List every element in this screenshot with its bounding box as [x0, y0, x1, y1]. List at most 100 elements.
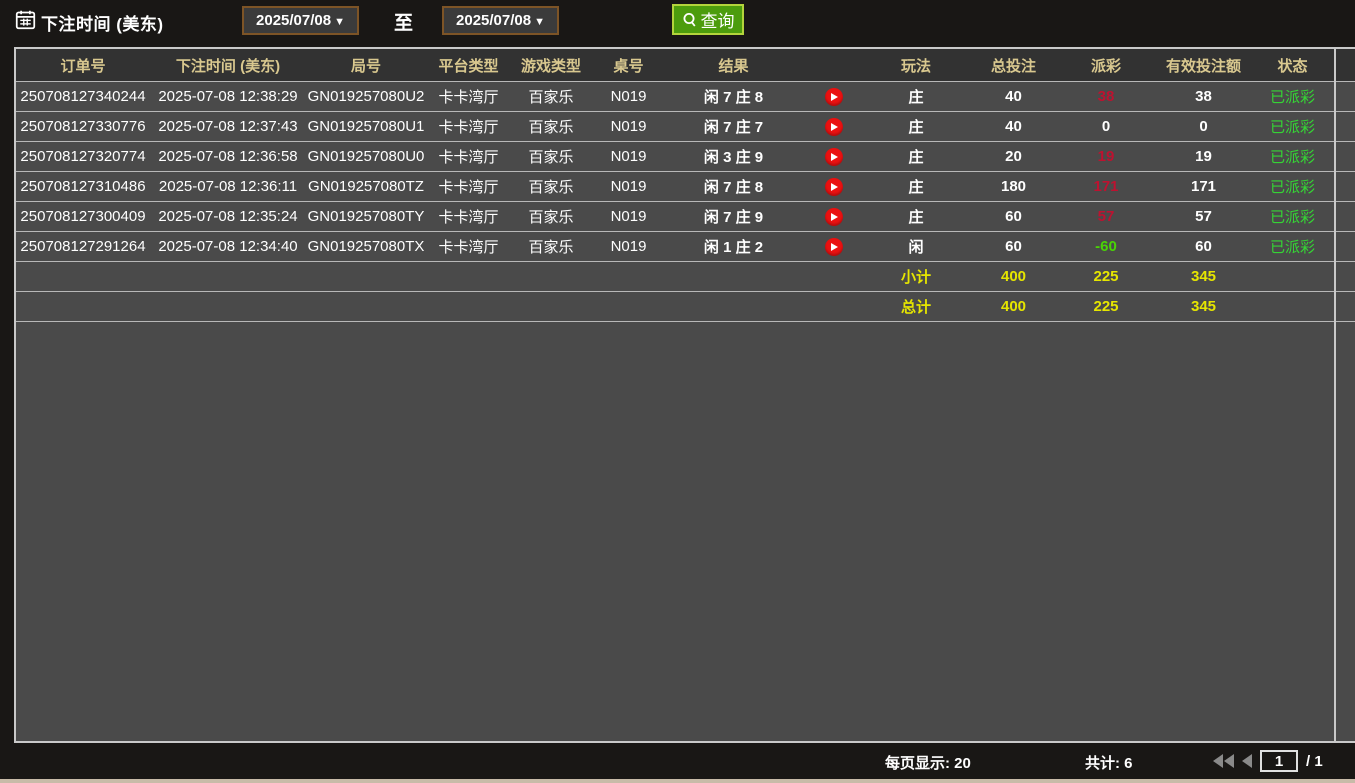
column-header-8: 玩法 — [866, 55, 966, 76]
cell-payout: 19 — [1061, 148, 1151, 165]
play-icon[interactable] — [825, 118, 843, 136]
column-header-2: 局号 — [306, 55, 426, 76]
cell-order-id: 250708127300409 — [16, 208, 150, 225]
chevron-down-icon: ▼ — [334, 16, 345, 28]
double-left-arrow-icon — [1224, 754, 1234, 768]
cell-order-id: 250708127291264 — [16, 238, 150, 255]
cell-round-id: GN019257080U2 — [306, 88, 426, 105]
cell-replay — [801, 117, 866, 135]
cell-bet-time: 2025-07-08 12:34:40 — [150, 238, 306, 255]
cell-order-id: 250708127330776 — [16, 118, 150, 135]
cell-bet-time: 2025-07-08 12:36:11 — [150, 178, 306, 195]
search-icon — [682, 12, 698, 28]
subtotal-row: 小计400225345 — [16, 262, 1355, 292]
play-icon[interactable] — [825, 238, 843, 256]
column-header-10: 派彩 — [1061, 55, 1151, 76]
cell-replay — [801, 177, 866, 195]
cell-result: 闲 1 庄 2 — [666, 236, 801, 257]
cell-game-type: 百家乐 — [511, 236, 591, 257]
cell-result: 闲 7 庄 9 — [666, 206, 801, 227]
date-to-picker[interactable]: 2025/07/08▼ — [442, 6, 559, 35]
table-empty-area — [16, 322, 1355, 741]
total-row-valid-bet: 345 — [1151, 298, 1256, 315]
cell-bet-time: 2025-07-08 12:38:29 — [150, 88, 306, 105]
cell-game-type: 百家乐 — [511, 176, 591, 197]
cell-total-bet: 180 — [966, 178, 1061, 195]
cell-play-type: 庄 — [866, 116, 966, 137]
total-count-label: 共计: 6 — [1085, 752, 1133, 773]
cell-order-id: 250708127320774 — [16, 148, 150, 165]
cell-round-id: GN019257080TZ — [306, 178, 426, 195]
cell-result: 闲 7 庄 8 — [666, 176, 801, 197]
cell-valid-bet: 57 — [1151, 208, 1256, 225]
cell-game-type: 百家乐 — [511, 116, 591, 137]
table-row: 2507081273104862025-07-08 12:36:11GN0192… — [16, 172, 1355, 202]
cell-result: 闲 7 庄 8 — [666, 86, 801, 107]
cell-play-type: 闲 — [866, 236, 966, 257]
double-left-arrow-icon — [1213, 754, 1223, 768]
date-from-picker[interactable]: 2025/07/08▼ — [242, 6, 359, 35]
cell-valid-bet: 60 — [1151, 238, 1256, 255]
bet-time-label: 下注时间 (美东) — [41, 10, 164, 35]
table-row: 2507081273402442025-07-08 12:38:29GN0192… — [16, 82, 1355, 112]
table-row: 2507081273207742025-07-08 12:36:58GN0192… — [16, 142, 1355, 172]
table-row: 2507081272912642025-07-08 12:34:40GN0192… — [16, 232, 1355, 262]
cell-replay — [801, 147, 866, 165]
cell-game-type: 百家乐 — [511, 146, 591, 167]
cell-order-id: 250708127310486 — [16, 178, 150, 195]
cell-status: 已派彩 — [1256, 146, 1329, 167]
cell-game-type: 百家乐 — [511, 206, 591, 227]
cell-table-no: N019 — [591, 88, 666, 105]
page-total-label: / 1 — [1306, 753, 1323, 770]
cell-platform: 卡卡湾厅 — [426, 206, 511, 227]
cell-status: 已派彩 — [1256, 206, 1329, 227]
cell-total-bet: 20 — [966, 148, 1061, 165]
cell-bet-time: 2025-07-08 12:37:43 — [150, 118, 306, 135]
cell-play-type: 庄 — [866, 86, 966, 107]
play-icon[interactable] — [825, 178, 843, 196]
table-header-row: 订单号下注时间 (美东)局号平台类型游戏类型桌号结果玩法总投注派彩有效投注额状态… — [16, 49, 1355, 82]
cell-play-type: 庄 — [866, 176, 966, 197]
cell-round-id: GN019257080TY — [306, 208, 426, 225]
calendar-icon — [15, 9, 36, 30]
cell-payout: 0 — [1061, 118, 1151, 135]
table-row: 2507081273004092025-07-08 12:35:24GN0192… — [16, 202, 1355, 232]
play-icon[interactable] — [825, 88, 843, 106]
cell-table-no: N019 — [591, 238, 666, 255]
first-page-button[interactable] — [1213, 754, 1234, 768]
play-icon[interactable] — [825, 208, 843, 226]
cell-play-type: 庄 — [866, 206, 966, 227]
prev-page-button[interactable] — [1242, 754, 1252, 768]
search-button[interactable]: 查询 — [672, 4, 744, 35]
cell-replay — [801, 87, 866, 105]
cell-bet-time: 2025-07-08 12:35:24 — [150, 208, 306, 225]
cell-valid-bet: 171 — [1151, 178, 1256, 195]
subtotal-row-valid-bet: 345 — [1151, 268, 1256, 285]
page-number-input[interactable] — [1260, 750, 1298, 772]
cell-status: 已派彩 — [1256, 236, 1329, 257]
cell-total-bet: 60 — [966, 238, 1061, 255]
column-header-4: 游戏类型 — [511, 55, 591, 76]
cell-valid-bet: 38 — [1151, 88, 1256, 105]
cell-round-id: GN019257080U0 — [306, 148, 426, 165]
play-icon[interactable] — [825, 148, 843, 166]
total-row-total-bet: 400 — [966, 298, 1061, 315]
cell-total-bet: 60 — [966, 208, 1061, 225]
pagination-bar: 每页显示: 20 共计: 6 / 1 — [0, 743, 1355, 779]
cell-platform: 卡卡湾厅 — [426, 116, 511, 137]
cell-order-id: 250708127340244 — [16, 88, 150, 105]
chevron-down-icon: ▼ — [534, 16, 545, 28]
cell-status: 已派彩 — [1256, 176, 1329, 197]
cell-valid-bet: 0 — [1151, 118, 1256, 135]
cell-table-no: N019 — [591, 118, 666, 135]
column-header-0: 订单号 — [16, 55, 150, 76]
total-row-payout: 225 — [1061, 298, 1151, 315]
column-header-6: 结果 — [666, 55, 801, 76]
column-header-5: 桌号 — [591, 55, 666, 76]
cell-table-no: N019 — [591, 178, 666, 195]
cell-payout: 38 — [1061, 88, 1151, 105]
cell-platform: 卡卡湾厅 — [426, 146, 511, 167]
cell-table-no: N019 — [591, 148, 666, 165]
date-from-value: 2025/07/08 — [256, 12, 331, 29]
cell-payout: 57 — [1061, 208, 1151, 225]
